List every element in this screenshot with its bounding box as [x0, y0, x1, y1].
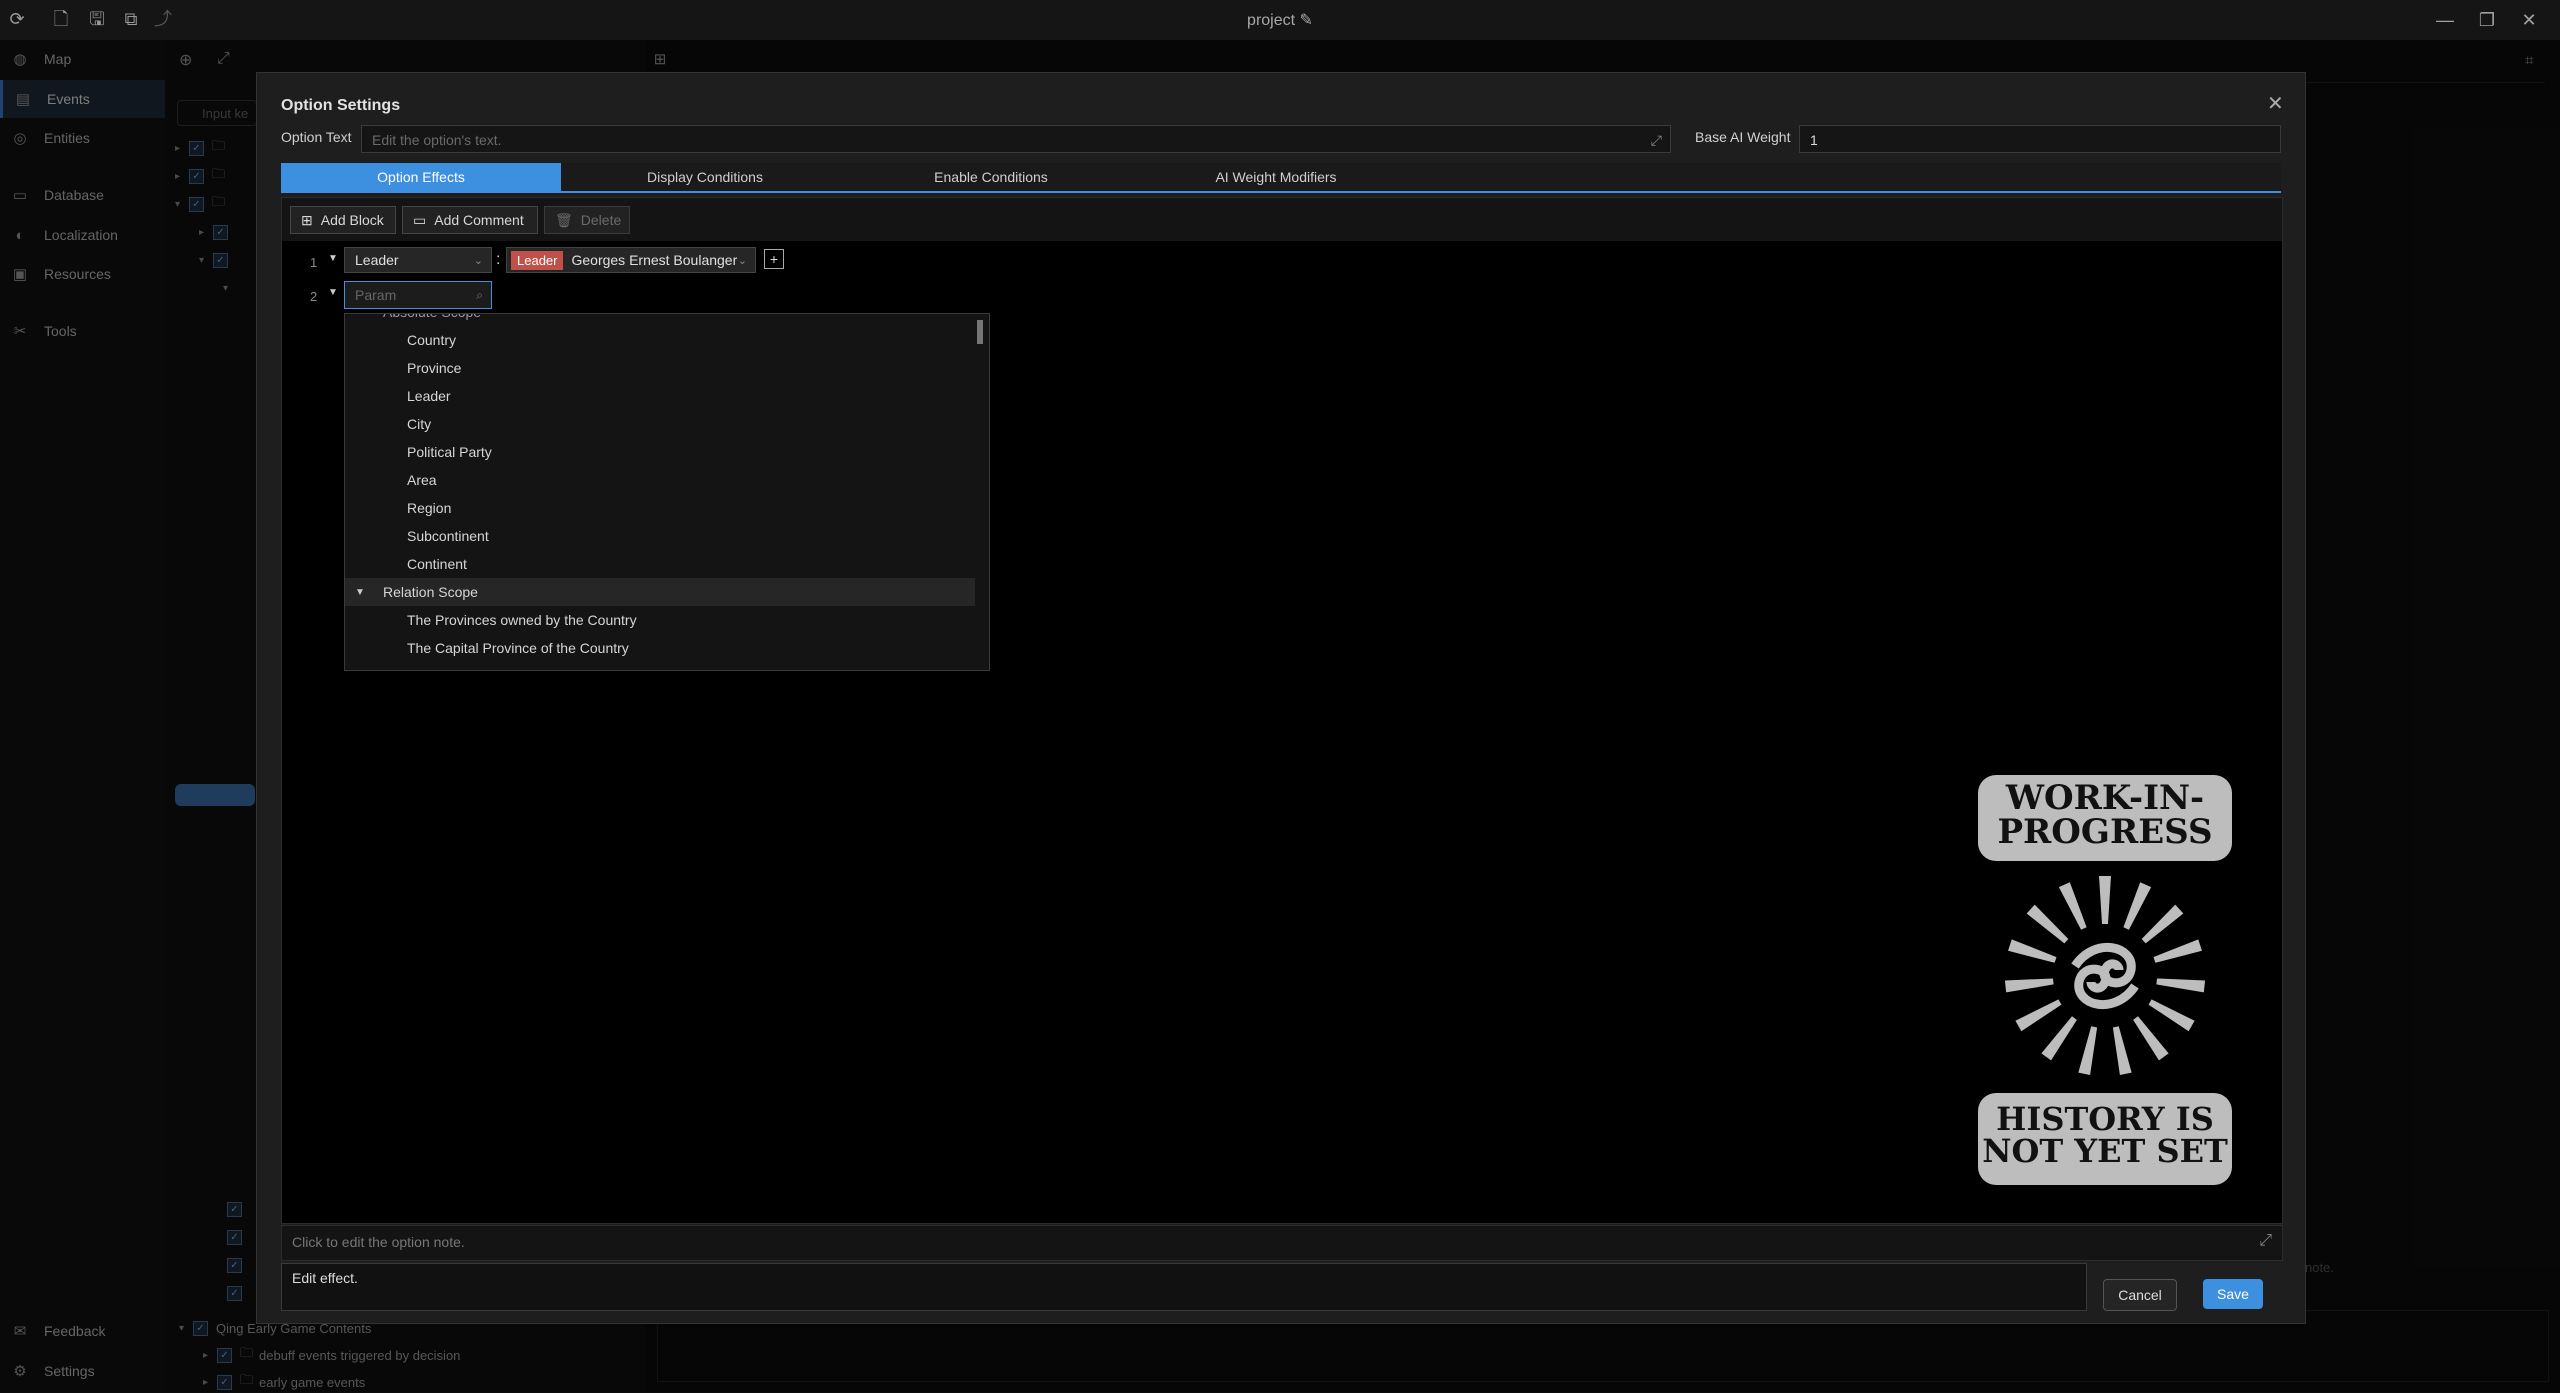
dropdown-group-relation-scope[interactable]: ▼ Relation Scope — [345, 578, 975, 606]
dropdown-item[interactable]: Country — [345, 326, 975, 354]
dialog-title: Option Settings — [281, 97, 401, 114]
ai-weight-input[interactable]: 1 — [1799, 125, 2281, 153]
option-text-placeholder: Edit the option's text. — [372, 132, 502, 148]
comment-icon: ▭ — [413, 211, 427, 228]
save-button[interactable]: Save — [2203, 1279, 2263, 1309]
dropdown-item[interactable]: Region — [345, 494, 975, 522]
dropdown-item[interactable]: Leader — [345, 382, 975, 410]
leader-badge: Leader — [511, 250, 564, 270]
group-collapse-icon: ▼ — [355, 586, 365, 598]
scope-value: Leader — [355, 252, 399, 268]
leader-value: Georges Ernest Boulanger — [571, 252, 738, 268]
effects-toolbar: ⊞ Add Block ▭ Add Comment 🗑 Delete — [281, 197, 2283, 242]
collapse-icon[interactable]: ▼ — [328, 253, 338, 264]
dropdown-group-absolute-scope[interactable]: Absolute Scope — [345, 314, 975, 326]
dropdown-item[interactable]: Subcontinent — [345, 522, 975, 550]
param-search-input[interactable]: Param ⌕ — [344, 281, 492, 309]
add-block-icon: ⊞ — [301, 211, 313, 228]
dropdown-item[interactable]: Political Party — [345, 438, 975, 466]
add-block-button[interactable]: ⊞ Add Block — [290, 206, 396, 234]
expand-icon[interactable]: ⤢ — [1651, 126, 1662, 154]
dropdown-scrollbar[interactable] — [977, 320, 983, 344]
collapse-icon[interactable]: ▼ — [328, 287, 338, 298]
edit-title-icon[interactable]: ✎ — [1300, 12, 1313, 29]
group-label: Relation Scope — [383, 584, 478, 600]
minimize-icon[interactable]: — — [2430, 6, 2460, 34]
add-comment-label: Add Comment — [434, 212, 524, 228]
trash-icon: 🗑 — [555, 211, 573, 228]
wip-top-label: WORK-IN-PROGRESS — [1978, 775, 2232, 861]
dropdown-item[interactable]: The Capital Province of the Country — [345, 634, 975, 662]
delete-label: Delete — [580, 212, 622, 228]
close-icon[interactable]: ✕ — [2267, 91, 2284, 116]
chevron-down-icon: ⌄ — [473, 254, 483, 267]
tab-ai-weight-modifiers[interactable]: AI Weight Modifiers — [1136, 163, 1416, 191]
title-bar: ⟳ 🗋 🖫 ⧉ ⤴ project ✎ — ❐ ✕ — [0, 0, 2560, 41]
wip-emblem-icon — [2004, 876, 2206, 1076]
colon-separator: : — [496, 251, 501, 268]
option-note-placeholder: Click to edit the option note. — [292, 1234, 465, 1250]
expand-icon[interactable]: ⤢ — [2259, 1232, 2272, 1250]
app-title: project ✎ — [1247, 12, 1313, 29]
work-in-progress-badge: WORK-IN-PROGRESS HISTORY IS NOT YET SET — [1978, 775, 2232, 1185]
cancel-button[interactable]: Cancel — [2103, 1279, 2177, 1311]
close-window-icon[interactable]: ✕ — [2514, 6, 2544, 34]
status-text: Edit effect. — [292, 1270, 358, 1286]
ai-weight-label: Base AI Weight — [1695, 129, 1791, 145]
effects-editor: 1 ▼ Leader ⌄ : Leader Georges Ernest Boula… — [281, 241, 2283, 1224]
tab-option-effects[interactable]: Option Effects — [281, 163, 561, 191]
restore-icon[interactable]: ❐ — [2472, 6, 2502, 34]
search-icon: ⌕ — [476, 288, 483, 302]
delete-button[interactable]: 🗑 Delete — [544, 206, 630, 234]
line-number: 1 — [310, 255, 318, 270]
dropdown-item[interactable]: Area — [345, 466, 975, 494]
tab-enable-conditions[interactable]: Enable Conditions — [851, 163, 1131, 191]
option-note-input[interactable]: Click to edit the option note. ⤢ — [281, 1225, 2283, 1261]
dropdown-item[interactable]: City — [345, 410, 975, 438]
dropdown-item[interactable]: Province — [345, 354, 975, 382]
tab-bar: Option Effects Display Conditions Enable… — [281, 163, 2281, 193]
add-block-label: Add Block — [320, 212, 384, 228]
line-number: 2 — [310, 289, 318, 304]
wip-bottom-label: HISTORY IS NOT YET SET — [1978, 1093, 2232, 1185]
param-placeholder: Param — [355, 287, 397, 303]
leader-select[interactable]: Leader Georges Ernest Boulanger ⌄ — [506, 247, 756, 273]
effect-status-box: Edit effect. — [281, 1263, 2087, 1311]
option-settings-dialog: Option Settings ✕ Option Text Edit the o… — [256, 72, 2306, 1324]
dropdown-item[interactable]: The Provinces owned by the Country — [345, 606, 975, 634]
option-text-input[interactable]: Edit the option's text. ⤢ — [361, 125, 1671, 153]
scope-dropdown: Absolute Scope Country Province Leader C… — [344, 313, 990, 671]
dropdown-item[interactable]: Continent — [345, 550, 975, 578]
scope-select[interactable]: Leader ⌄ — [344, 247, 492, 273]
add-param-icon[interactable]: + — [764, 249, 784, 269]
chevron-down-icon: ⌄ — [737, 254, 747, 267]
option-text-label: Option Text — [281, 129, 352, 145]
tab-display-conditions[interactable]: Display Conditions — [565, 163, 845, 191]
add-comment-button[interactable]: ▭ Add Comment — [402, 206, 538, 234]
